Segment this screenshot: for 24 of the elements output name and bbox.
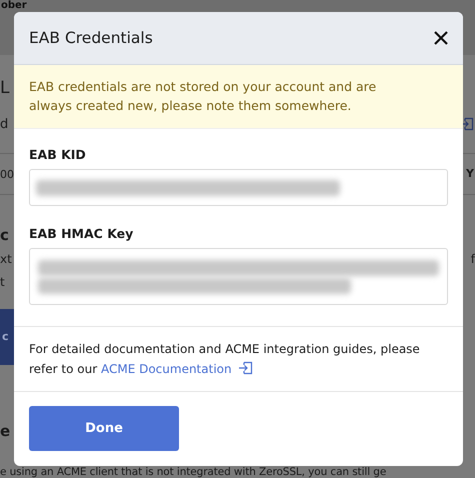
page-text: f	[470, 252, 475, 266]
page-text: xt	[0, 252, 12, 266]
section-title: L	[0, 78, 10, 98]
field-label: EAB KID	[29, 147, 86, 162]
page-text: d	[0, 116, 8, 132]
table-button[interactable]: Y	[466, 155, 475, 193]
section-heading: c	[0, 226, 9, 244]
page-text: t	[0, 274, 5, 288]
warning-notice: EAB credentials are not stored on your account and are always created new, please note them somewhere.	[14, 65, 463, 129]
close-icon	[433, 30, 449, 46]
field-label: EAB HMAC Key	[29, 226, 134, 241]
page-button[interactable]: c	[0, 309, 14, 365]
help-text: For detailed documentation and ACME integration guides, please refer to our ACME Documentation	[29, 342, 420, 376]
input-field[interactable]	[29, 169, 448, 206]
section-heading: e	[0, 422, 10, 440]
documentation-link[interactable]: ACME Documentation	[100, 362, 254, 376]
dialog-title: EAB Credentials	[29, 29, 153, 47]
page-text: e using an ACME client that is not integrated with ZeroSSL, you can still ge	[0, 466, 386, 478]
close-button[interactable]	[433, 30, 449, 46]
done-button[interactable]: Done	[29, 406, 179, 451]
external-link-icon	[238, 360, 254, 376]
page-heading: ober	[0, 0, 27, 11]
input-field[interactable]	[29, 248, 448, 305]
table-cell: 00	[0, 168, 14, 180]
